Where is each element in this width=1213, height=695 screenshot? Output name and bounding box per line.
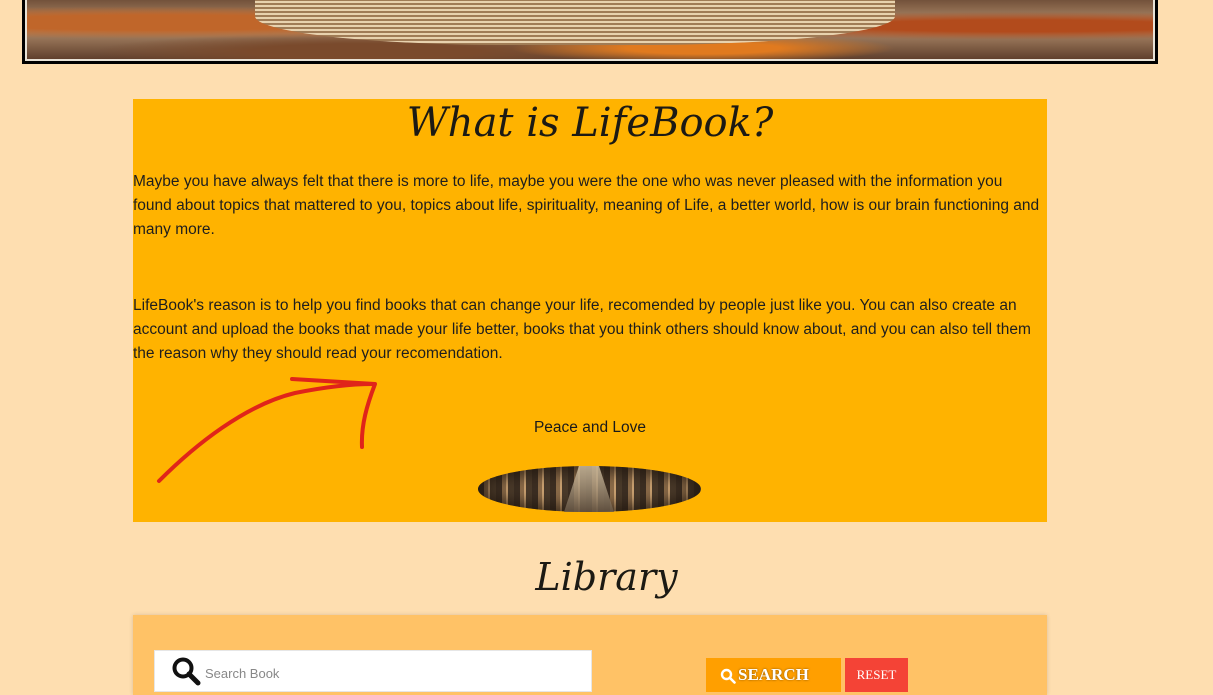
about-paragraph-2: LifeBook's reason is to help you find bo… [133,297,1031,362]
header-banner-image [22,0,1158,64]
reset-button[interactable]: RESET [845,658,908,692]
library-oval-image [478,466,701,512]
annotation-arrow-icon [157,377,377,483]
search-button-label: SEARCH [738,665,809,684]
search-box[interactable] [154,650,592,692]
library-title: Library [535,555,678,599]
about-title: What is LifeBook? [406,100,774,146]
search-button[interactable]: SEARCH [706,658,841,692]
about-paragraph-1: Maybe you have always felt that there is… [133,173,1040,238]
search-panel: SEARCH RESET [133,615,1047,695]
search-input[interactable] [203,659,577,687]
